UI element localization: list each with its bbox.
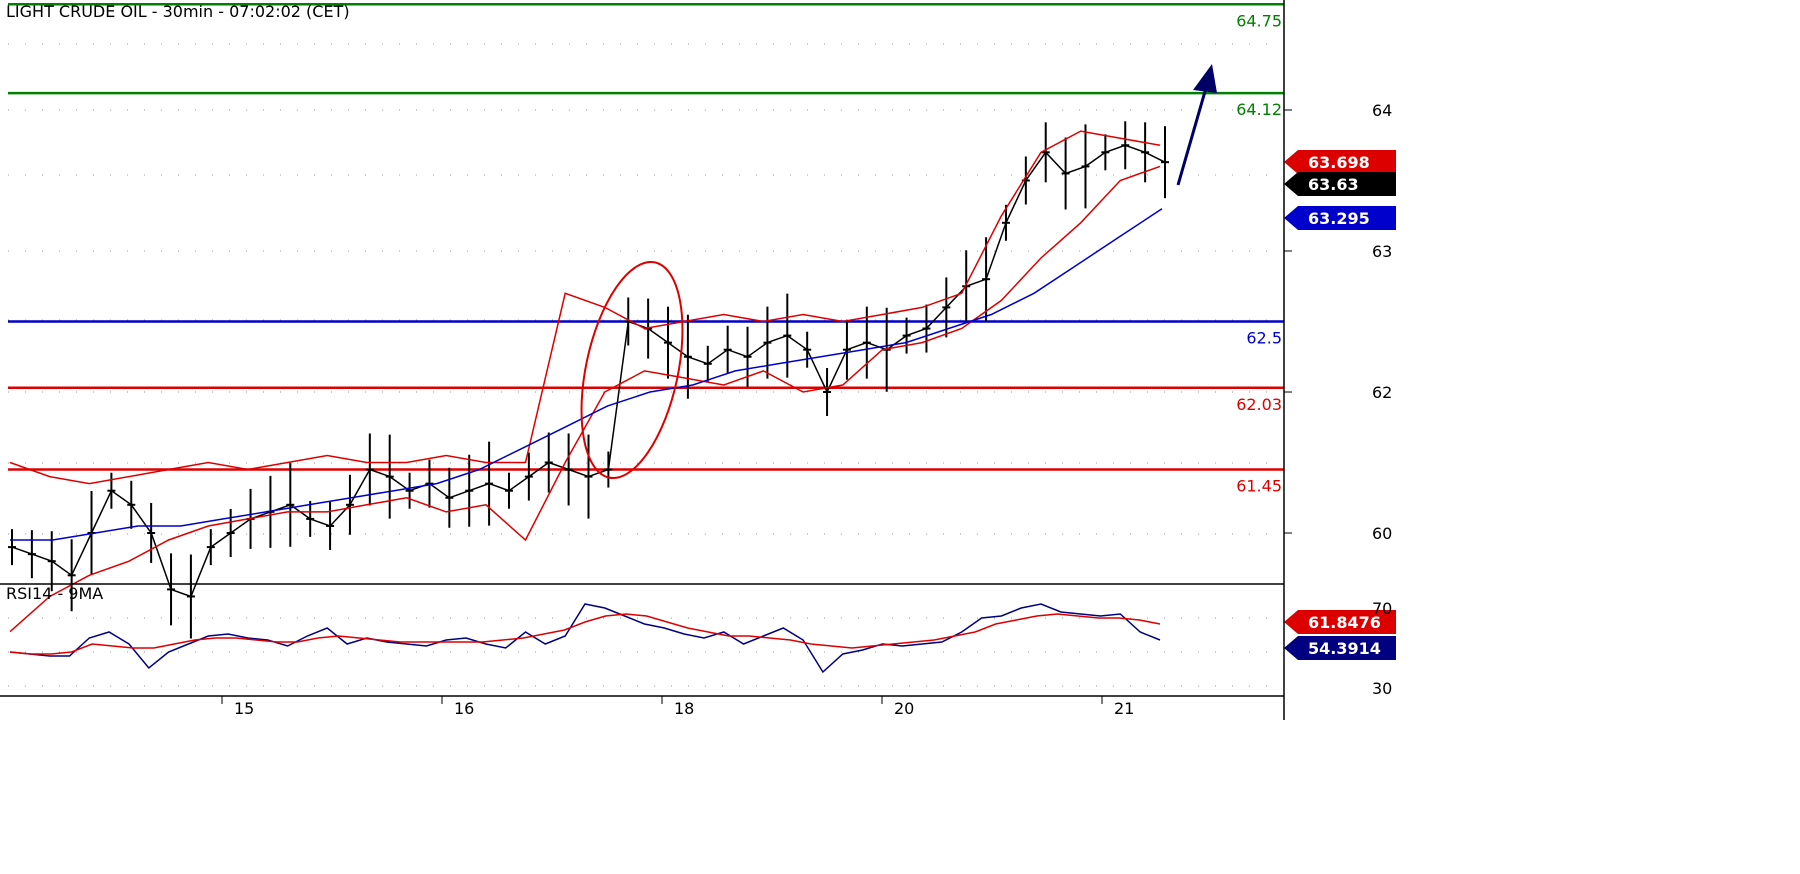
rsi-value-badge: 54.3914 [1284,636,1396,660]
rsi-y-tick-label: 70 [1372,599,1392,618]
y-tick-label: 60 [1372,524,1392,543]
level-label: 64.75 [1236,11,1282,30]
x-tick-label: 16 [454,699,474,718]
last-price-badge-label: 63.63 [1308,175,1359,194]
chart-background [0,0,1800,874]
last-high-badge: 63.698 [1284,150,1396,174]
last-high-badge-label: 63.698 [1308,153,1370,172]
level-label: 62.03 [1236,395,1282,414]
level-label: 61.45 [1236,477,1282,496]
rsi-ma-badge-label: 61.8476 [1308,613,1381,632]
rsi-y-tick-label: 30 [1372,679,1392,698]
y-tick-label: 62 [1372,383,1392,402]
chart-canvas: 65.164.7564.1262.562.0361.45 63.69863.63… [0,0,1800,874]
y-tick-label: 63 [1372,242,1392,261]
last-price-badge: 63.63 [1284,172,1396,196]
x-tick-label: 15 [234,699,254,718]
y-tick-label: 64 [1372,101,1392,120]
x-tick-label: 20 [894,699,914,718]
x-tick-label: 21 [1114,699,1134,718]
level-label: 62.5 [1246,329,1282,348]
rsi-panel-title: RSI14 - 9MA [6,584,103,603]
ma-badge-label: 63.295 [1308,209,1370,228]
level-label: 64.12 [1236,100,1282,119]
chart-title: LIGHT CRUDE OIL - 30min - 07:02:02 (CET) [6,2,350,21]
x-tick-label: 18 [674,699,694,718]
ma-badge: 63.295 [1284,206,1396,230]
rsi-value-badge-label: 54.3914 [1308,639,1381,658]
